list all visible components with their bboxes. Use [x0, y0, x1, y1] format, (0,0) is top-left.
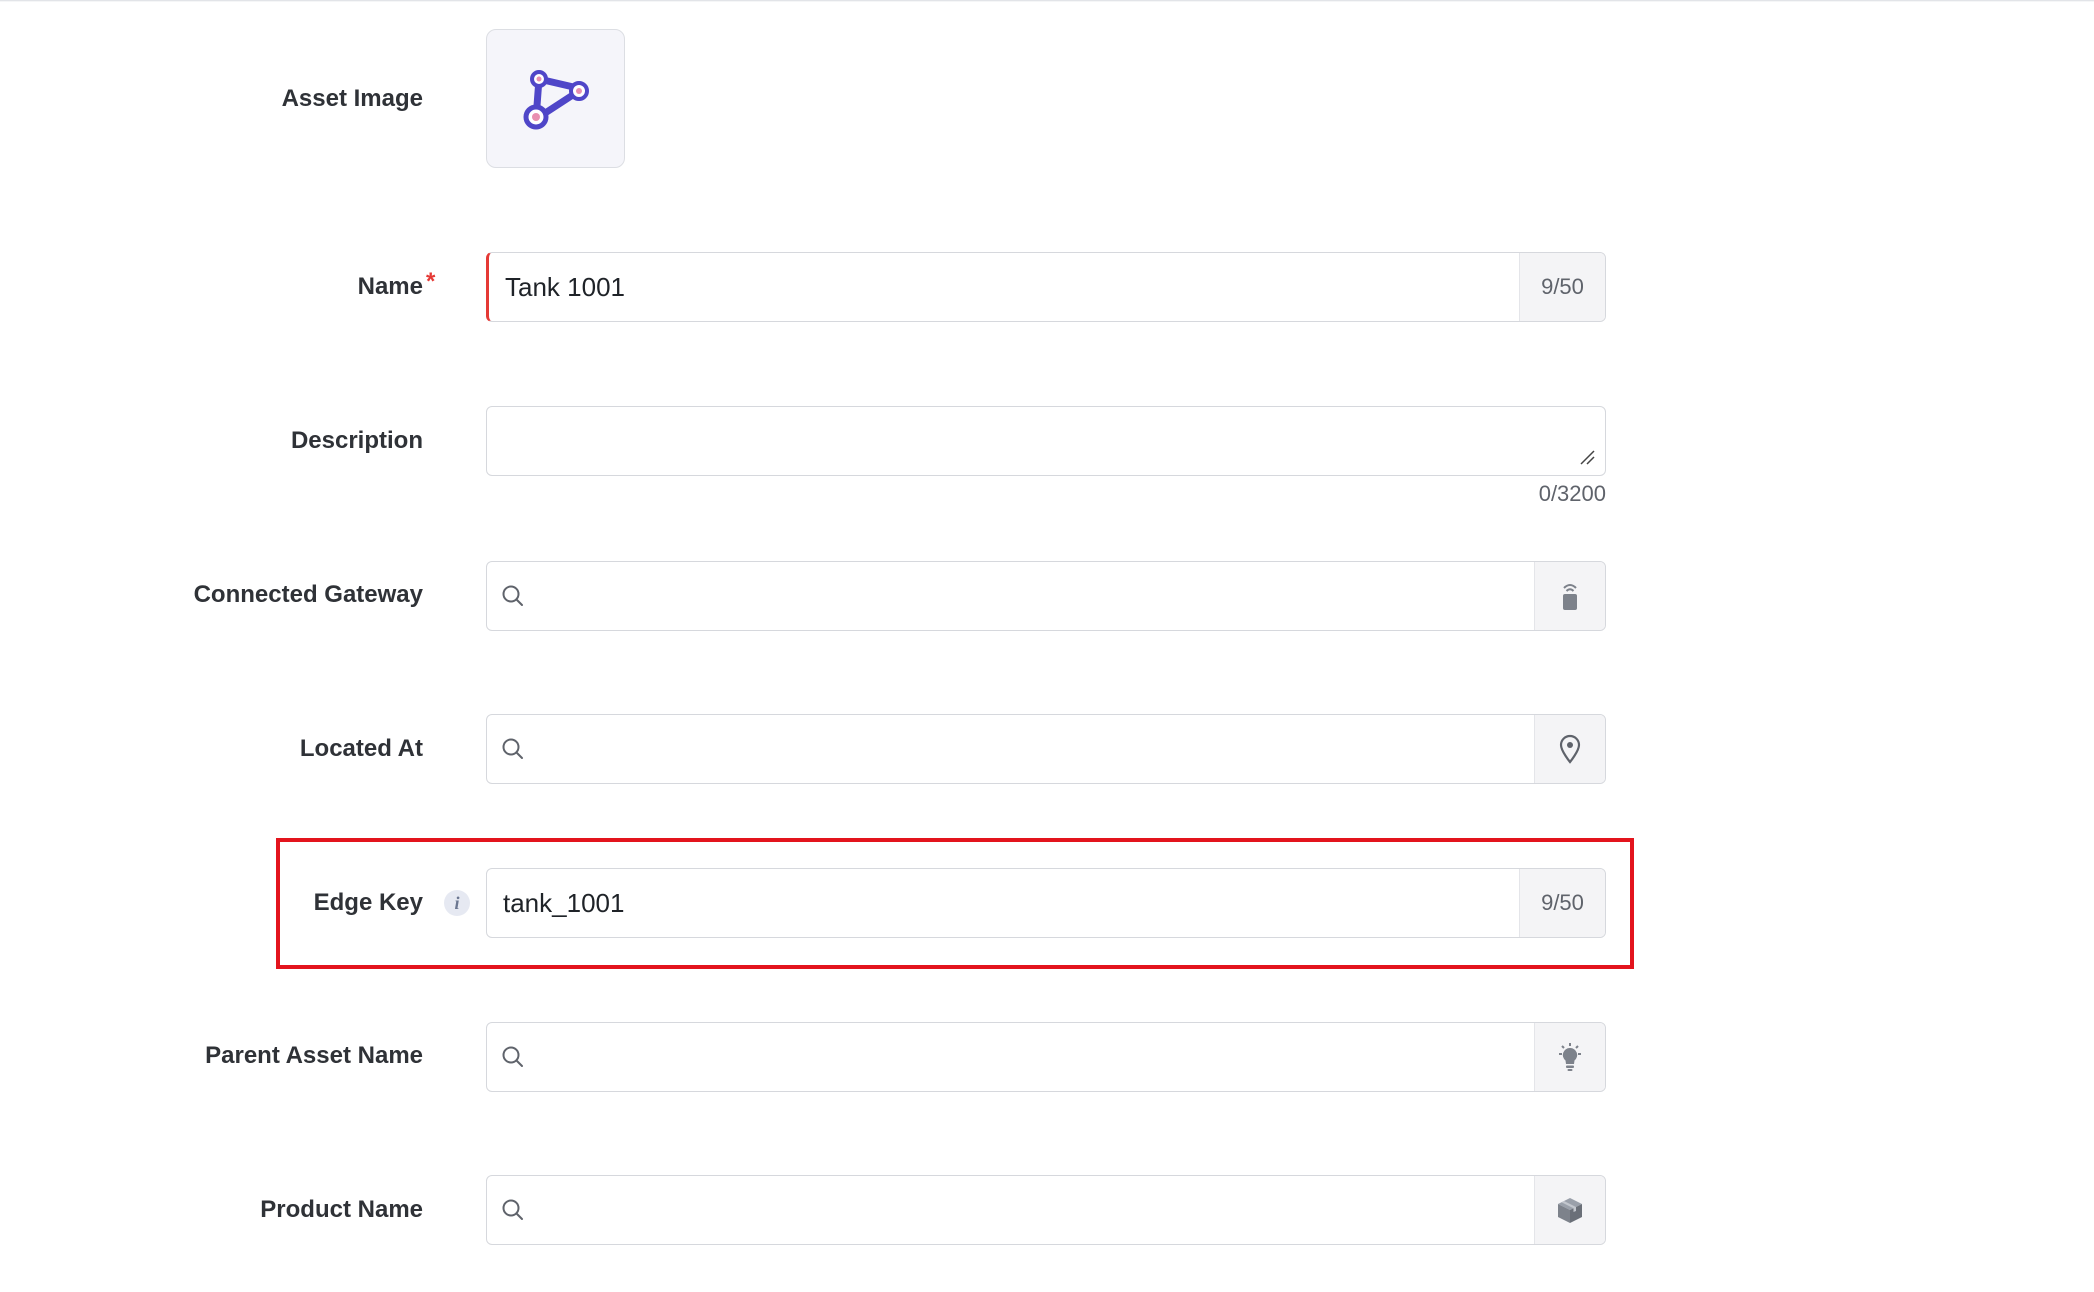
description-char-counter: 0/3200: [1538, 481, 1606, 506]
edge-key-char-counter: 9/50: [1519, 869, 1605, 937]
product-name-label: Product Name: [260, 1196, 423, 1223]
name-label: Name: [357, 273, 423, 300]
name-char-counter: 9/50: [1519, 253, 1605, 321]
asset-image-picker[interactable]: [486, 29, 625, 168]
search-icon: [502, 1046, 523, 1067]
conveyor-belt-icon: [523, 69, 589, 129]
name-input-value[interactable]: Tank 1001: [505, 253, 625, 321]
search-icon: [502, 585, 523, 606]
product-name-input[interactable]: [535, 1176, 1525, 1244]
connected-gateway-input[interactable]: [535, 562, 1525, 630]
required-asterisk: *: [426, 268, 436, 295]
location-addon[interactable]: [1534, 715, 1605, 783]
located-at-label: Located At: [299, 735, 423, 762]
box-icon: [1558, 1198, 1582, 1223]
parent-asset-addon[interactable]: [1534, 1023, 1605, 1091]
edge-key-input-value[interactable]: tank_1001: [503, 869, 624, 937]
connected-gateway-field[interactable]: [486, 561, 1606, 631]
product-addon[interactable]: [1534, 1176, 1605, 1244]
lightbulb-icon: [1559, 1043, 1581, 1071]
edge-key-label: Edge Key: [313, 889, 423, 916]
connected-gateway-label: Connected Gateway: [193, 581, 423, 608]
asset-image-label: Asset Image: [281, 85, 423, 112]
parent-asset-name-label: Parent Asset Name: [205, 1042, 423, 1069]
top-divider: [0, 0, 2094, 2]
name-field[interactable]: Tank 1001 9/50: [486, 252, 1606, 322]
info-icon[interactable]: i: [444, 890, 470, 916]
located-at-field[interactable]: [486, 714, 1606, 784]
product-name-field[interactable]: [486, 1175, 1606, 1245]
parent-asset-name-input[interactable]: [535, 1023, 1525, 1091]
search-icon: [502, 1199, 523, 1220]
search-icon: [502, 738, 523, 759]
gateway-addon[interactable]: [1534, 562, 1605, 630]
resize-handle-icon[interactable]: [1579, 449, 1595, 465]
edge-key-field[interactable]: tank_1001 9/50: [486, 868, 1606, 938]
description-label: Description: [290, 427, 423, 454]
description-textarea[interactable]: [486, 406, 1606, 476]
gateway-icon: [1563, 584, 1577, 610]
parent-asset-name-field[interactable]: [486, 1022, 1606, 1092]
location-pin-icon: [1559, 734, 1581, 764]
located-at-input[interactable]: [535, 715, 1525, 783]
